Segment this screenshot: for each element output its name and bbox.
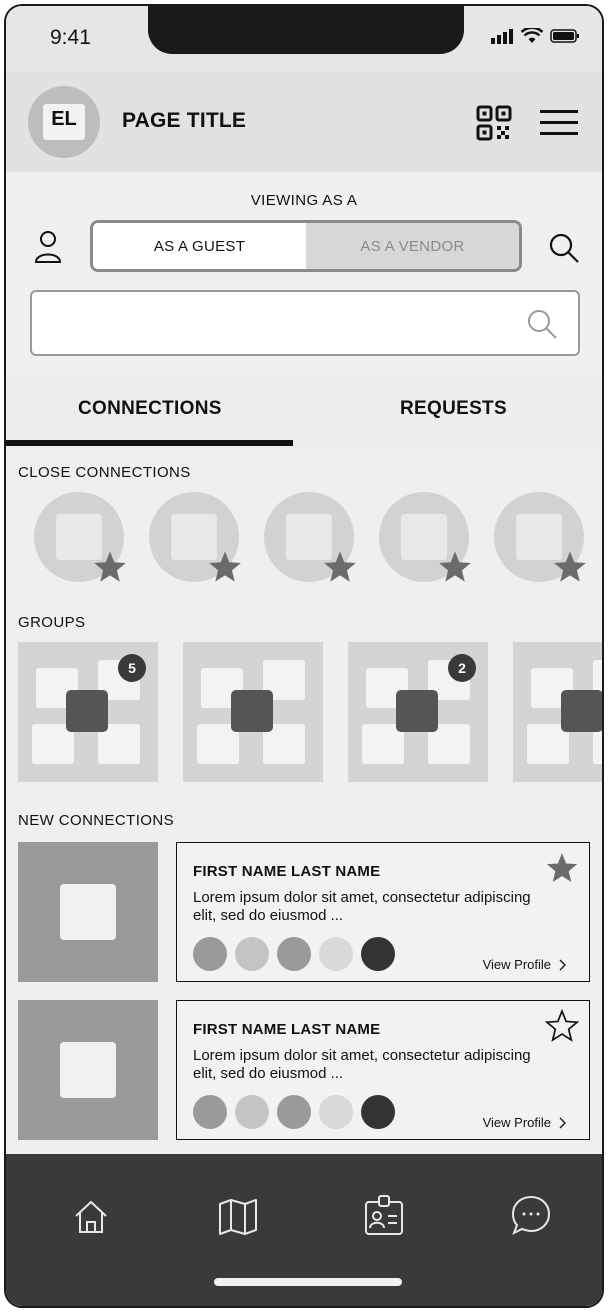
viewing-as-toggle: AS A GUEST AS A VENDOR: [90, 220, 522, 272]
app-header: EL PAGE TITLE: [6, 72, 602, 172]
tag-dot: [277, 937, 311, 971]
close-connection-avatar[interactable]: [149, 492, 241, 582]
new-connection-row: FIRST NAME LAST NAME Lorem ipsum dolor s…: [18, 1000, 594, 1140]
star-outline-icon[interactable]: [545, 1009, 579, 1043]
search-field: [30, 290, 580, 356]
battery-icon: [550, 29, 579, 43]
chevron-right-icon: [559, 959, 566, 970]
close-connection-avatar[interactable]: [379, 492, 471, 582]
active-tab-indicator: [6, 440, 293, 446]
star-filled-icon: [324, 551, 356, 582]
tab-requests[interactable]: REQUESTS: [400, 398, 507, 420]
tag-dot: [361, 937, 395, 971]
close-connection-avatar[interactable]: [264, 492, 356, 582]
connection-description: Lorem ipsum dolor sit amet, consectetur …: [193, 889, 531, 924]
person-icon[interactable]: [34, 230, 62, 264]
view-profile-label: View Profile: [482, 1115, 551, 1130]
status-time: 9:41: [50, 26, 91, 49]
group-card[interactable]: 5: [18, 642, 158, 782]
home-indicator[interactable]: [214, 1278, 402, 1286]
chat-icon[interactable]: [510, 1194, 552, 1236]
viewing-as-section: VIEWING AS A AS A GUEST AS A VENDOR: [6, 172, 602, 376]
tag-dot: [235, 1095, 269, 1129]
tag-dot: [319, 1095, 353, 1129]
group-image-icon: [396, 690, 438, 732]
avatar[interactable]: EL: [28, 86, 100, 158]
phone-frame: 9:41 EL PAGE TITLE VIEWING AS A AS A GUE…: [4, 4, 604, 1308]
tab-bar: CONNECTIONS REQUESTS: [6, 376, 602, 448]
view-profile-link[interactable]: View Profile: [483, 957, 567, 972]
group-image-icon: [561, 690, 602, 732]
tag-dot: [361, 1095, 395, 1129]
hamburger-menu-icon[interactable]: [540, 108, 578, 138]
group-count-badge: 2: [448, 654, 476, 682]
device-notch: [148, 6, 464, 54]
page-title: PAGE TITLE: [122, 109, 247, 132]
close-connection-avatar[interactable]: [494, 492, 586, 582]
star-filled-icon: [554, 551, 586, 582]
tag-dot: [277, 1095, 311, 1129]
bottom-navigation: [6, 1154, 602, 1306]
chevron-right-icon: [559, 1117, 566, 1128]
signal-icon: [491, 29, 513, 44]
group-card[interactable]: 2: [348, 642, 488, 782]
connection-tags: [193, 1095, 395, 1129]
connection-photo[interactable]: [18, 1000, 158, 1140]
connection-photo[interactable]: [18, 842, 158, 982]
connection-card[interactable]: FIRST NAME LAST NAME Lorem ipsum dolor s…: [176, 842, 590, 982]
image-placeholder-icon: [60, 1042, 116, 1098]
tag-dot: [235, 937, 269, 971]
group-image-icon: [66, 690, 108, 732]
star-filled-icon: [439, 551, 471, 582]
group-count-badge: 5: [118, 654, 146, 682]
connection-name: FIRST NAME LAST NAME: [193, 1021, 381, 1038]
id-badge-icon[interactable]: [364, 1194, 404, 1236]
view-profile-link[interactable]: View Profile: [483, 1115, 567, 1130]
connection-card[interactable]: FIRST NAME LAST NAME Lorem ipsum dolor s…: [176, 1000, 590, 1140]
connection-tags: [193, 937, 395, 971]
wifi-icon: [521, 28, 543, 43]
home-icon[interactable]: [72, 1198, 110, 1236]
close-connection-avatar[interactable]: [34, 492, 126, 582]
tag-dot: [319, 937, 353, 971]
toggle-as-guest[interactable]: AS A GUEST: [93, 223, 306, 269]
group-image-icon: [231, 690, 273, 732]
view-profile-label: View Profile: [482, 957, 551, 972]
tab-connections[interactable]: CONNECTIONS: [78, 398, 222, 420]
search-icon[interactable]: [548, 232, 580, 264]
tag-dot: [193, 937, 227, 971]
close-connections-title: CLOSE CONNECTIONS: [18, 464, 191, 481]
connection-name: FIRST NAME LAST NAME: [193, 863, 381, 880]
avatar-initials: EL: [51, 108, 77, 130]
viewing-as-label: VIEWING AS A: [250, 192, 358, 209]
close-connections-list: [34, 492, 602, 592]
groups-title: GROUPS: [18, 614, 86, 631]
search-input-icon[interactable]: [526, 308, 558, 340]
new-connections-title: NEW CONNECTIONS: [18, 812, 174, 829]
status-bar: 9:41: [6, 6, 602, 72]
star-filled-icon: [94, 551, 126, 582]
tag-dot: [193, 1095, 227, 1129]
group-card[interactable]: [513, 642, 602, 782]
search-input[interactable]: [46, 292, 516, 354]
status-icons: [490, 28, 580, 44]
connection-description: Lorem ipsum dolor sit amet, consectetur …: [193, 1047, 531, 1082]
connections-content: CLOSE CONNECTIONS GROUPS 5 2 NEW CONNECT…: [6, 448, 602, 1154]
toggle-as-vendor[interactable]: AS A VENDOR: [306, 223, 519, 269]
image-placeholder-icon: [60, 884, 116, 940]
star-filled-icon: [209, 551, 241, 582]
new-connection-row: FIRST NAME LAST NAME Lorem ipsum dolor s…: [18, 842, 594, 982]
qr-code-icon[interactable]: [476, 105, 512, 141]
map-icon[interactable]: [218, 1198, 258, 1236]
star-filled-icon[interactable]: [545, 851, 579, 885]
groups-list: 5 2: [18, 642, 602, 786]
group-card[interactable]: [183, 642, 323, 782]
